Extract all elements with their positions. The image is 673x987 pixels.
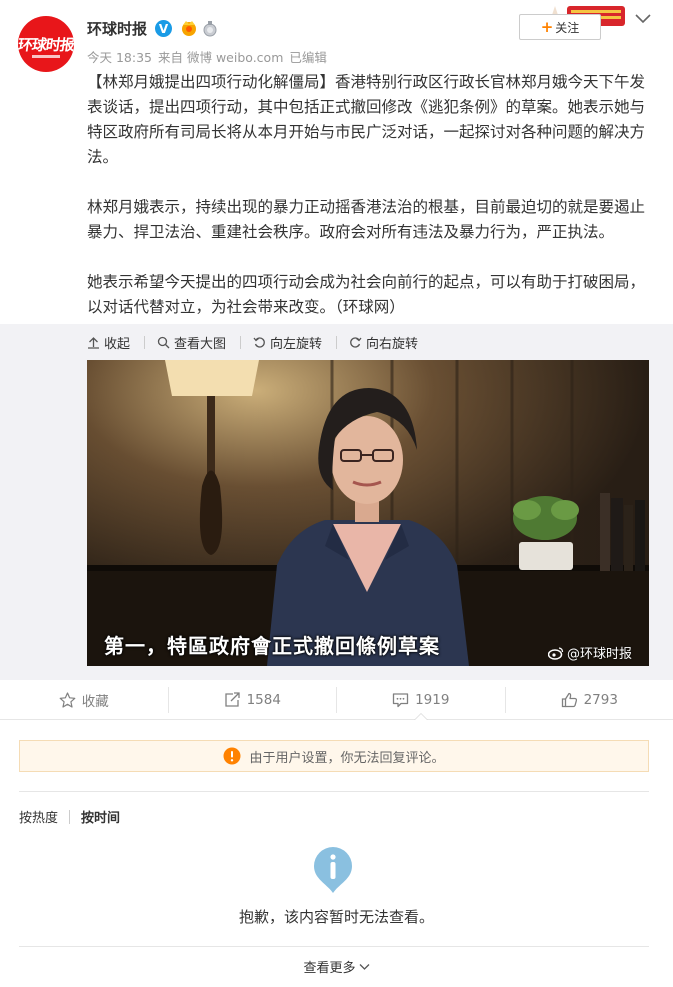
sort-by-time[interactable]: 按时间: [81, 807, 120, 826]
collapse-button[interactable]: 收起: [87, 333, 130, 352]
repost-count: 1584: [246, 691, 281, 708]
post-paragraph: 【林郑月娥提出四项行动化解僵局】香港特别行政区行政长官林郑月娥今天下午发表谈话，…: [87, 73, 646, 166]
video-caption: 第一，特區政府會正式撤回條例草案: [104, 634, 440, 658]
divider: [19, 791, 649, 792]
like-count: 2793: [583, 691, 618, 708]
post-meta: 今天 18:35 来自 微博 weibo.com 已编辑: [87, 47, 333, 66]
comment-button[interactable]: 1919: [337, 680, 505, 720]
view-large-label: 查看大图: [174, 336, 227, 352]
weibo-logo-icon: [548, 646, 564, 660]
favorite-label: 收藏: [81, 693, 109, 710]
warning-icon: [223, 747, 241, 765]
sort-by-hot[interactable]: 按热度: [19, 807, 58, 826]
favorite-button[interactable]: 收藏: [0, 680, 168, 719]
collapse-label: 收起: [104, 336, 131, 352]
comment-disabled-notice: 由于用户设置，你无法回复评论。: [19, 740, 649, 772]
view-more-button[interactable]: 查看更多: [0, 957, 673, 976]
avatar-logo-text: 环球时报: [18, 35, 74, 54]
medal-icon: [203, 21, 217, 37]
rotate-left-label: 向左旋转: [270, 336, 323, 352]
follow-button[interactable]: + 关注: [519, 14, 601, 40]
collapse-icon: [88, 336, 99, 349]
user-name[interactable]: 环球时报: [87, 18, 147, 39]
avatar-logo-underline: [32, 55, 60, 58]
divider: [19, 946, 649, 947]
search-icon: [157, 336, 170, 348]
image-watermark: @环球时报: [548, 643, 632, 662]
post-body: 【林郑月娥提出四项行动化解僵局】香港特别行政区行政长官林郑月娥今天下午发表谈话，…: [87, 70, 647, 320]
rotate-right-label: 向右旋转: [366, 336, 419, 352]
like-button[interactable]: 2793: [506, 680, 673, 719]
tool-divider: [336, 335, 338, 349]
view-large-button[interactable]: 查看大图: [157, 333, 226, 352]
post-paragraph: 她表示希望今天提出的四项行动会成为社会向前行的起点，可以有助于打破困局，以对话代…: [87, 273, 646, 316]
avatar[interactable]: 环球时报: [18, 16, 74, 72]
rotate-right-icon: [350, 336, 362, 348]
vip-badge-icon: [182, 21, 196, 36]
tool-divider: [240, 335, 242, 349]
rotate-left-icon: [253, 336, 265, 348]
repost-icon: [224, 691, 240, 707]
comment-count: 1919: [415, 691, 450, 708]
media-toolbar: 收起 查看大图 向左旋转 向右旋转: [87, 333, 432, 352]
plus-icon: +: [540, 18, 554, 36]
active-tab-caret: [413, 713, 428, 720]
verified-icon: V: [155, 20, 172, 37]
chevron-down-icon[interactable]: [634, 12, 652, 26]
chevron-down-icon: [359, 963, 369, 970]
rotate-left-button[interactable]: 向左旋转: [253, 333, 322, 352]
comment-sort: 按热度 按时间: [19, 807, 120, 826]
post-time[interactable]: 今天 18:35: [87, 50, 152, 65]
watermark-text: @环球时报: [567, 647, 633, 662]
tool-divider: [144, 335, 146, 349]
edited-label[interactable]: 已编辑: [289, 50, 327, 65]
star-icon: [59, 691, 76, 708]
rotate-right-button[interactable]: 向右旋转: [349, 333, 418, 352]
repost-button[interactable]: 1584: [169, 680, 337, 719]
follow-label: 关注: [555, 20, 580, 35]
comment-icon: [392, 692, 409, 707]
post-source[interactable]: 来自 微博 weibo.com: [158, 50, 283, 65]
empty-message: 抱歉，该内容暂时无法查看。: [238, 908, 434, 926]
action-bar: 收藏 1584 1919 2793: [0, 680, 673, 720]
sort-divider: [69, 809, 71, 824]
view-more-label: 查看更多: [303, 961, 356, 976]
thumbs-up-icon: [561, 692, 577, 707]
speaker-photo: [87, 360, 649, 666]
notice-text: 由于用户设置，你无法回复评论。: [249, 750, 445, 766]
post-paragraph: 林郑月娥表示，持续出现的暴力正动摇香港法治的根基，目前最迫切的就是要遏止暴力、捍…: [87, 198, 646, 241]
info-icon: [314, 847, 352, 893]
post-image[interactable]: [87, 360, 649, 666]
